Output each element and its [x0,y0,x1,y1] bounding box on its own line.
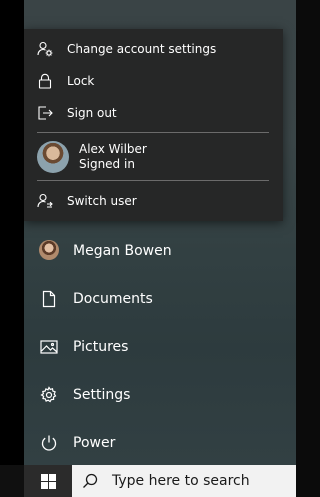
avatar [39,240,59,260]
person-gear-icon [37,41,53,57]
user-label: Megan Bowen [73,243,172,259]
search-input[interactable]: Type here to search [72,465,296,497]
lock-item[interactable]: Lock [24,65,283,97]
lock-icon [38,73,52,89]
account-flyout: Change account settings Lock Sign out Al… [24,29,283,221]
start-button[interactable] [24,465,72,497]
picture-icon [40,340,58,354]
windows-logo-icon [41,474,56,489]
search-placeholder: Type here to search [112,473,250,489]
gear-icon [40,386,57,403]
documents-label: Documents [73,291,153,307]
change-account-settings-label: Change account settings [67,42,217,56]
avatar [37,141,69,173]
sign-out-icon [38,106,53,120]
pictures-label: Pictures [73,339,129,355]
switch-user-icon [37,193,53,208]
lock-label: Lock [67,74,95,88]
taskbar: Type here to search [0,465,296,497]
switch-user-label: Switch user [67,194,137,208]
sign-out-item[interactable]: Sign out [24,97,283,129]
separator [37,132,269,133]
settings-item[interactable]: Settings [24,371,296,419]
power-icon [41,435,57,451]
power-label: Power [73,435,116,451]
settings-label: Settings [73,387,131,403]
left-edge [0,0,24,465]
search-icon [83,473,98,488]
sign-out-label: Sign out [67,106,117,120]
documents-item[interactable]: Documents [24,275,296,323]
user-name: Alex Wilber [79,142,147,156]
user-megan-bowen[interactable]: Megan Bowen [24,227,296,275]
separator [37,180,269,181]
switch-user-item[interactable]: Switch user [24,185,283,217]
pictures-item[interactable]: Pictures [24,323,296,371]
power-item[interactable]: Power [24,419,296,467]
change-account-settings-item[interactable]: Change account settings [24,33,283,65]
current-user[interactable]: Alex Wilber Signed in [24,137,283,179]
document-icon [42,290,56,308]
user-status: Signed in [79,157,135,171]
